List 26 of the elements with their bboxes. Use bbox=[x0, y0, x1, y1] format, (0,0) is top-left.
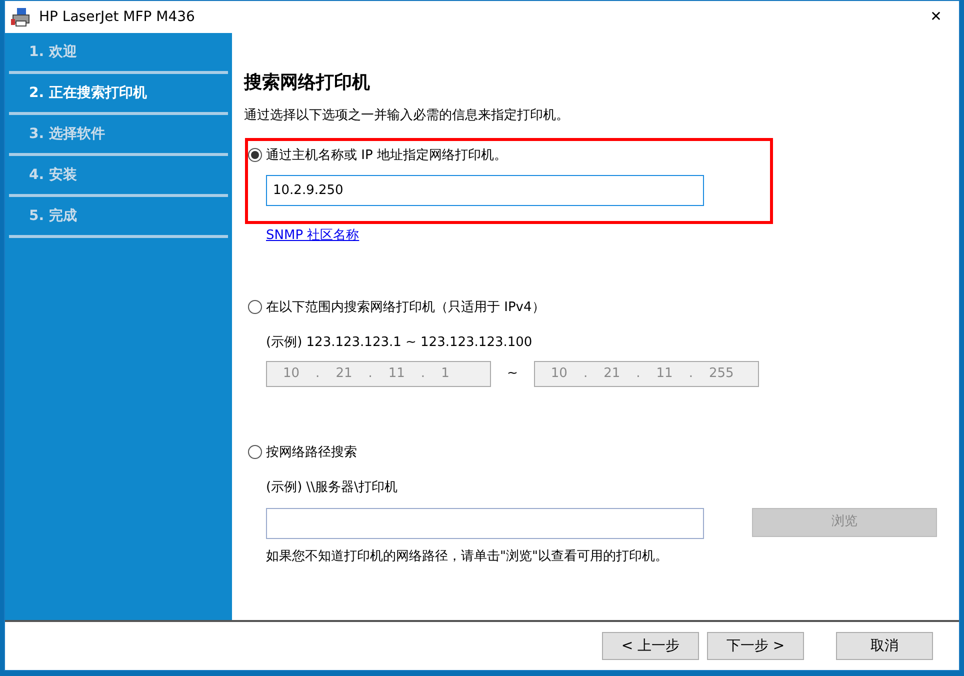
sidebar-step: 4. 安装 bbox=[9, 156, 228, 197]
range-separator: ~ bbox=[507, 364, 518, 383]
option-label: 通过主机名称或 IP 地址指定网络打印机。 bbox=[266, 146, 507, 164]
path-input-field[interactable] bbox=[266, 508, 704, 538]
wizard-button[interactable]: 取消 bbox=[836, 632, 933, 660]
example-text: (示例) 123.123.123.1 ~ 123.123.123.100 bbox=[266, 334, 534, 352]
wizard-button[interactable]: < 上一步 bbox=[602, 632, 699, 660]
option-label: 按网络路径搜索 bbox=[266, 444, 357, 462]
option-label: 在以下范围内搜索网络打印机（只适用于 IPv4） bbox=[266, 298, 545, 316]
sidebar-step: 5. 完成 bbox=[9, 197, 228, 238]
intro-text: 通过选择以下选项之一并输入必需的信息来指定打印机。 bbox=[244, 107, 570, 125]
sidebar-step: 2. 正在搜索打印机 bbox=[9, 74, 228, 115]
example-text: (示例) \\服务器\打印机 bbox=[266, 479, 398, 497]
page-heading: 搜索网络打印机 bbox=[244, 71, 371, 95]
close-button[interactable]: ✕ bbox=[913, 1, 959, 33]
radio-button[interactable] bbox=[248, 445, 262, 460]
window-title: HP LaserJet MFP M436 bbox=[39, 8, 195, 26]
snmp-link[interactable]: SNMP 社区名称 bbox=[266, 226, 360, 246]
sidebar-step: 3. 选择软件 bbox=[9, 115, 228, 156]
radio-button[interactable] bbox=[248, 300, 262, 314]
radio-button[interactable] bbox=[248, 148, 262, 162]
wizard-button[interactable]: 下一步 > bbox=[707, 632, 804, 660]
printer-icon bbox=[11, 6, 31, 27]
sidebar-step: 1. 欢迎 bbox=[9, 33, 228, 74]
hint-text: 如果您不知道打印机的网络路径，请单击"浏览"以查看可用的打印机。 bbox=[266, 548, 669, 566]
host-input-field[interactable]: 10.2.9.250 bbox=[266, 175, 704, 206]
